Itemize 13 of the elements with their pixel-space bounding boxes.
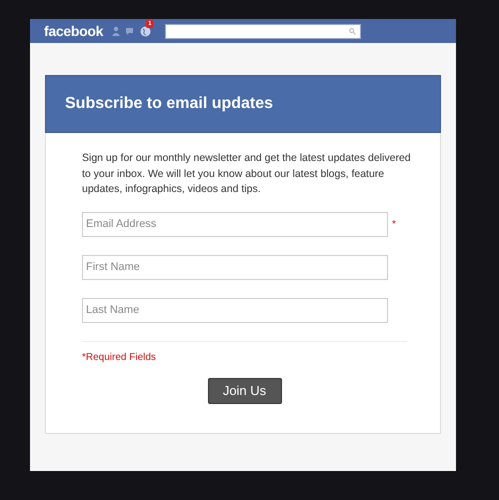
form-title: Subscribe to email updates — [65, 95, 274, 113]
friends-icon[interactable] — [111, 26, 122, 36]
required-mark: * — [392, 218, 396, 230]
input-field[interactable]: Last Name — [82, 298, 388, 322]
input-field[interactable]: Email Address — [82, 212, 388, 236]
search-icon — [349, 28, 356, 34]
logo[interactable]: facebook — [44, 23, 104, 39]
globe-icon[interactable] — [140, 26, 152, 36]
search-field[interactable] — [165, 24, 362, 38]
join-button[interactable]: Join Us — [208, 378, 282, 404]
intro-text: Sign up for our monthly newsletter and get the latest updates delivered to your inbox. We will let you know about our latest blogs, feature updates, infographics, videos and tips. — [82, 151, 412, 197]
input-field[interactable]: First Name — [82, 254, 388, 280]
required-note: *Required Fields — [82, 352, 157, 362]
